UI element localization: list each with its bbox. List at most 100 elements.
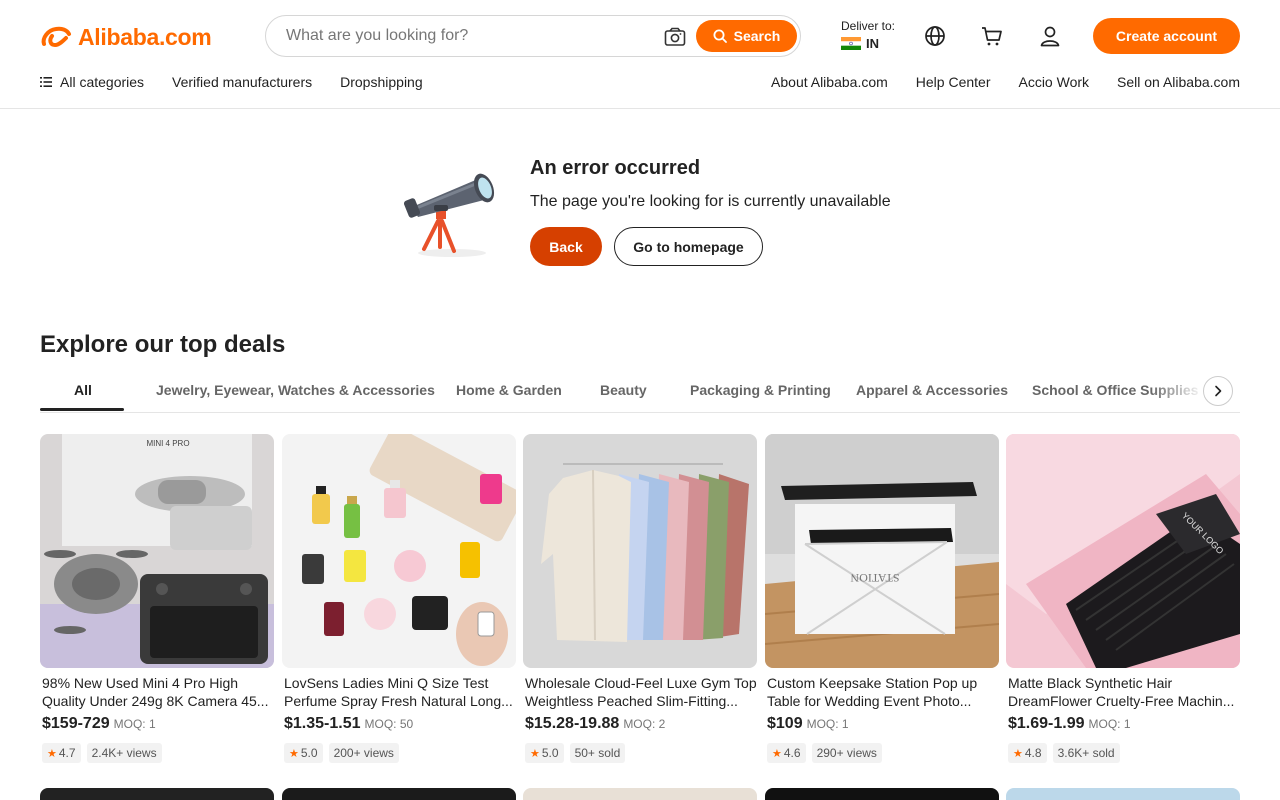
- search-input[interactable]: [286, 25, 646, 47]
- product-card-partial[interactable]: [523, 788, 757, 800]
- all-categories-label: All categories: [60, 74, 145, 90]
- product-price: $109: [767, 715, 803, 732]
- deliver-to-selector[interactable]: Deliver to: IN: [841, 19, 895, 51]
- svg-text:STATION: STATION: [850, 571, 899, 585]
- stat-badge: 50+ sold: [569, 743, 626, 763]
- popup-table-image: STATION: [765, 434, 999, 668]
- site-header: Alibaba.com Search Deliver to: IN: [0, 0, 1280, 109]
- stat-badge: 3.6K+ sold: [1052, 743, 1120, 763]
- create-account-button[interactable]: Create account: [1093, 18, 1240, 54]
- error-message: The page you're looking for is currently…: [530, 193, 891, 210]
- go-to-homepage-button[interactable]: Go to homepage: [614, 227, 763, 266]
- deliver-country: IN: [866, 36, 879, 51]
- lash-box-image: YOUR LOGO: [1006, 434, 1240, 668]
- nav-about[interactable]: About Alibaba.com: [771, 74, 888, 90]
- product-card[interactable]: YOUR LOGO Matte Black Synthetic Hair Dre…: [1006, 434, 1240, 763]
- product-moq: MOQ: 2: [623, 717, 666, 731]
- tab-packaging[interactable]: Packaging & Printing: [690, 382, 831, 398]
- rating-badge: ★ 4.8: [1008, 743, 1047, 763]
- stat-badge: 200+ views: [328, 743, 399, 763]
- product-card[interactable]: Wholesale Cloud-Feel Luxe Gym Top Weight…: [523, 434, 757, 763]
- star-icon: ★: [530, 747, 540, 760]
- tab-all[interactable]: All: [74, 382, 92, 398]
- product-price: $159-729: [42, 715, 110, 732]
- product-price: $15.28-19.88: [525, 715, 620, 732]
- active-tab-indicator: [40, 408, 124, 411]
- product-price: $1.69-1.99: [1008, 715, 1085, 732]
- product-card[interactable]: STATION Custom Keepsake Station Pop up T…: [765, 434, 999, 763]
- product-card[interactable]: LovSens Ladies Mini Q Size Test Perfume …: [282, 434, 516, 763]
- product-card-partial[interactable]: [282, 788, 516, 800]
- nav-sell[interactable]: Sell on Alibaba.com: [1117, 74, 1240, 90]
- product-image[interactable]: [282, 434, 516, 668]
- error-title: An error occurred: [530, 157, 701, 179]
- rating-badge: ★ 5.0: [525, 743, 564, 763]
- product-moq: MOQ: 1: [113, 717, 156, 731]
- tab-home-garden[interactable]: Home & Garden: [456, 382, 562, 398]
- product-title[interactable]: LovSens Ladies Mini Q Size Test Perfume …: [282, 674, 516, 710]
- product-card-partial[interactable]: [1006, 788, 1240, 800]
- india-flag-icon: [841, 37, 861, 50]
- product-moq: MOQ: 1: [1088, 717, 1131, 731]
- rating-value: 5.0: [300, 746, 318, 760]
- product-title[interactable]: Matte Black Synthetic Hair DreamFlower C…: [1006, 674, 1240, 710]
- search-button[interactable]: Search: [696, 20, 797, 52]
- search-button-label: Search: [733, 28, 781, 44]
- gym-tops-image: [523, 434, 757, 668]
- product-moq: MOQ: 50: [364, 717, 414, 731]
- product-image[interactable]: [523, 434, 757, 668]
- box-label: MINI 4 PRO: [146, 439, 189, 448]
- user-icon[interactable]: [1038, 24, 1062, 48]
- globe-icon[interactable]: [923, 24, 947, 48]
- nav-dropshipping[interactable]: Dropshipping: [340, 74, 423, 90]
- cart-icon[interactable]: [980, 24, 1004, 48]
- search-icon: [713, 29, 727, 43]
- product-title[interactable]: 98% New Used Mini 4 Pro High Quality Und…: [40, 674, 274, 710]
- tab-apparel[interactable]: Apparel & Accessories: [856, 382, 1008, 398]
- rating-badge: ★ 5.0: [284, 743, 323, 763]
- product-card-partial[interactable]: [765, 788, 999, 800]
- star-icon: ★: [1013, 747, 1023, 760]
- product-price: $1.35-1.51: [284, 715, 361, 732]
- nav-left: All categories Verified manufacturers Dr…: [40, 74, 451, 90]
- telescope-illustration: [404, 173, 495, 257]
- stat-badge: 2.4K+ views: [86, 743, 162, 763]
- product-image[interactable]: YOUR LOGO: [1006, 434, 1240, 668]
- nav-verified-manufacturers[interactable]: Verified manufacturers: [172, 74, 312, 90]
- product-image[interactable]: STATION: [765, 434, 999, 668]
- product-title[interactable]: Custom Keepsake Station Pop up Table for…: [765, 674, 999, 710]
- star-icon: ★: [289, 747, 299, 760]
- tab-jewelry[interactable]: Jewelry, Eyewear, Watches & Accessories: [156, 382, 435, 398]
- nav-accio-work[interactable]: Accio Work: [1018, 74, 1089, 90]
- rating-value: 5.0: [541, 746, 559, 760]
- star-icon: ★: [772, 747, 782, 760]
- chevron-right-icon: [1215, 385, 1222, 397]
- back-button[interactable]: Back: [530, 227, 602, 266]
- all-categories-menu[interactable]: All categories: [40, 74, 144, 90]
- nav-right: About Alibaba.com Help Center Accio Work…: [743, 74, 1240, 90]
- tabs-next-button[interactable]: [1203, 376, 1233, 406]
- rating-badge: ★ 4.6: [767, 743, 806, 763]
- alibaba-logo[interactable]: Alibaba.com: [40, 22, 212, 52]
- product-moq: MOQ: 1: [806, 717, 849, 731]
- rating-value: 4.7: [58, 746, 76, 760]
- product-image[interactable]: MINI 4 PRO: [40, 434, 274, 668]
- alibaba-logo-icon: [41, 26, 71, 48]
- menu-icon: [40, 77, 52, 87]
- tab-beauty[interactable]: Beauty: [600, 382, 647, 398]
- rating-badge: ★ 4.7: [42, 743, 81, 763]
- deals-title: Explore our top deals: [40, 331, 286, 358]
- deliver-label: Deliver to:: [841, 19, 896, 33]
- nav-help-center[interactable]: Help Center: [916, 74, 991, 90]
- product-card[interactable]: MINI 4 PRO 98% New Used Mini 4 Pro High …: [40, 434, 274, 763]
- star-icon: ★: [47, 747, 57, 760]
- search-bar: Search: [265, 15, 801, 57]
- category-tabs: All Jewelry, Eyewear, Watches & Accessor…: [40, 370, 1240, 413]
- product-card-partial[interactable]: [40, 788, 274, 800]
- perfume-image: [282, 434, 516, 668]
- product-title[interactable]: Wholesale Cloud-Feel Luxe Gym Top Weight…: [523, 674, 757, 710]
- drone-image: MINI 4 PRO: [40, 434, 274, 668]
- logo-text: Alibaba.com: [78, 23, 212, 50]
- image-search-icon[interactable]: [664, 27, 686, 47]
- stat-badge: 290+ views: [811, 743, 882, 763]
